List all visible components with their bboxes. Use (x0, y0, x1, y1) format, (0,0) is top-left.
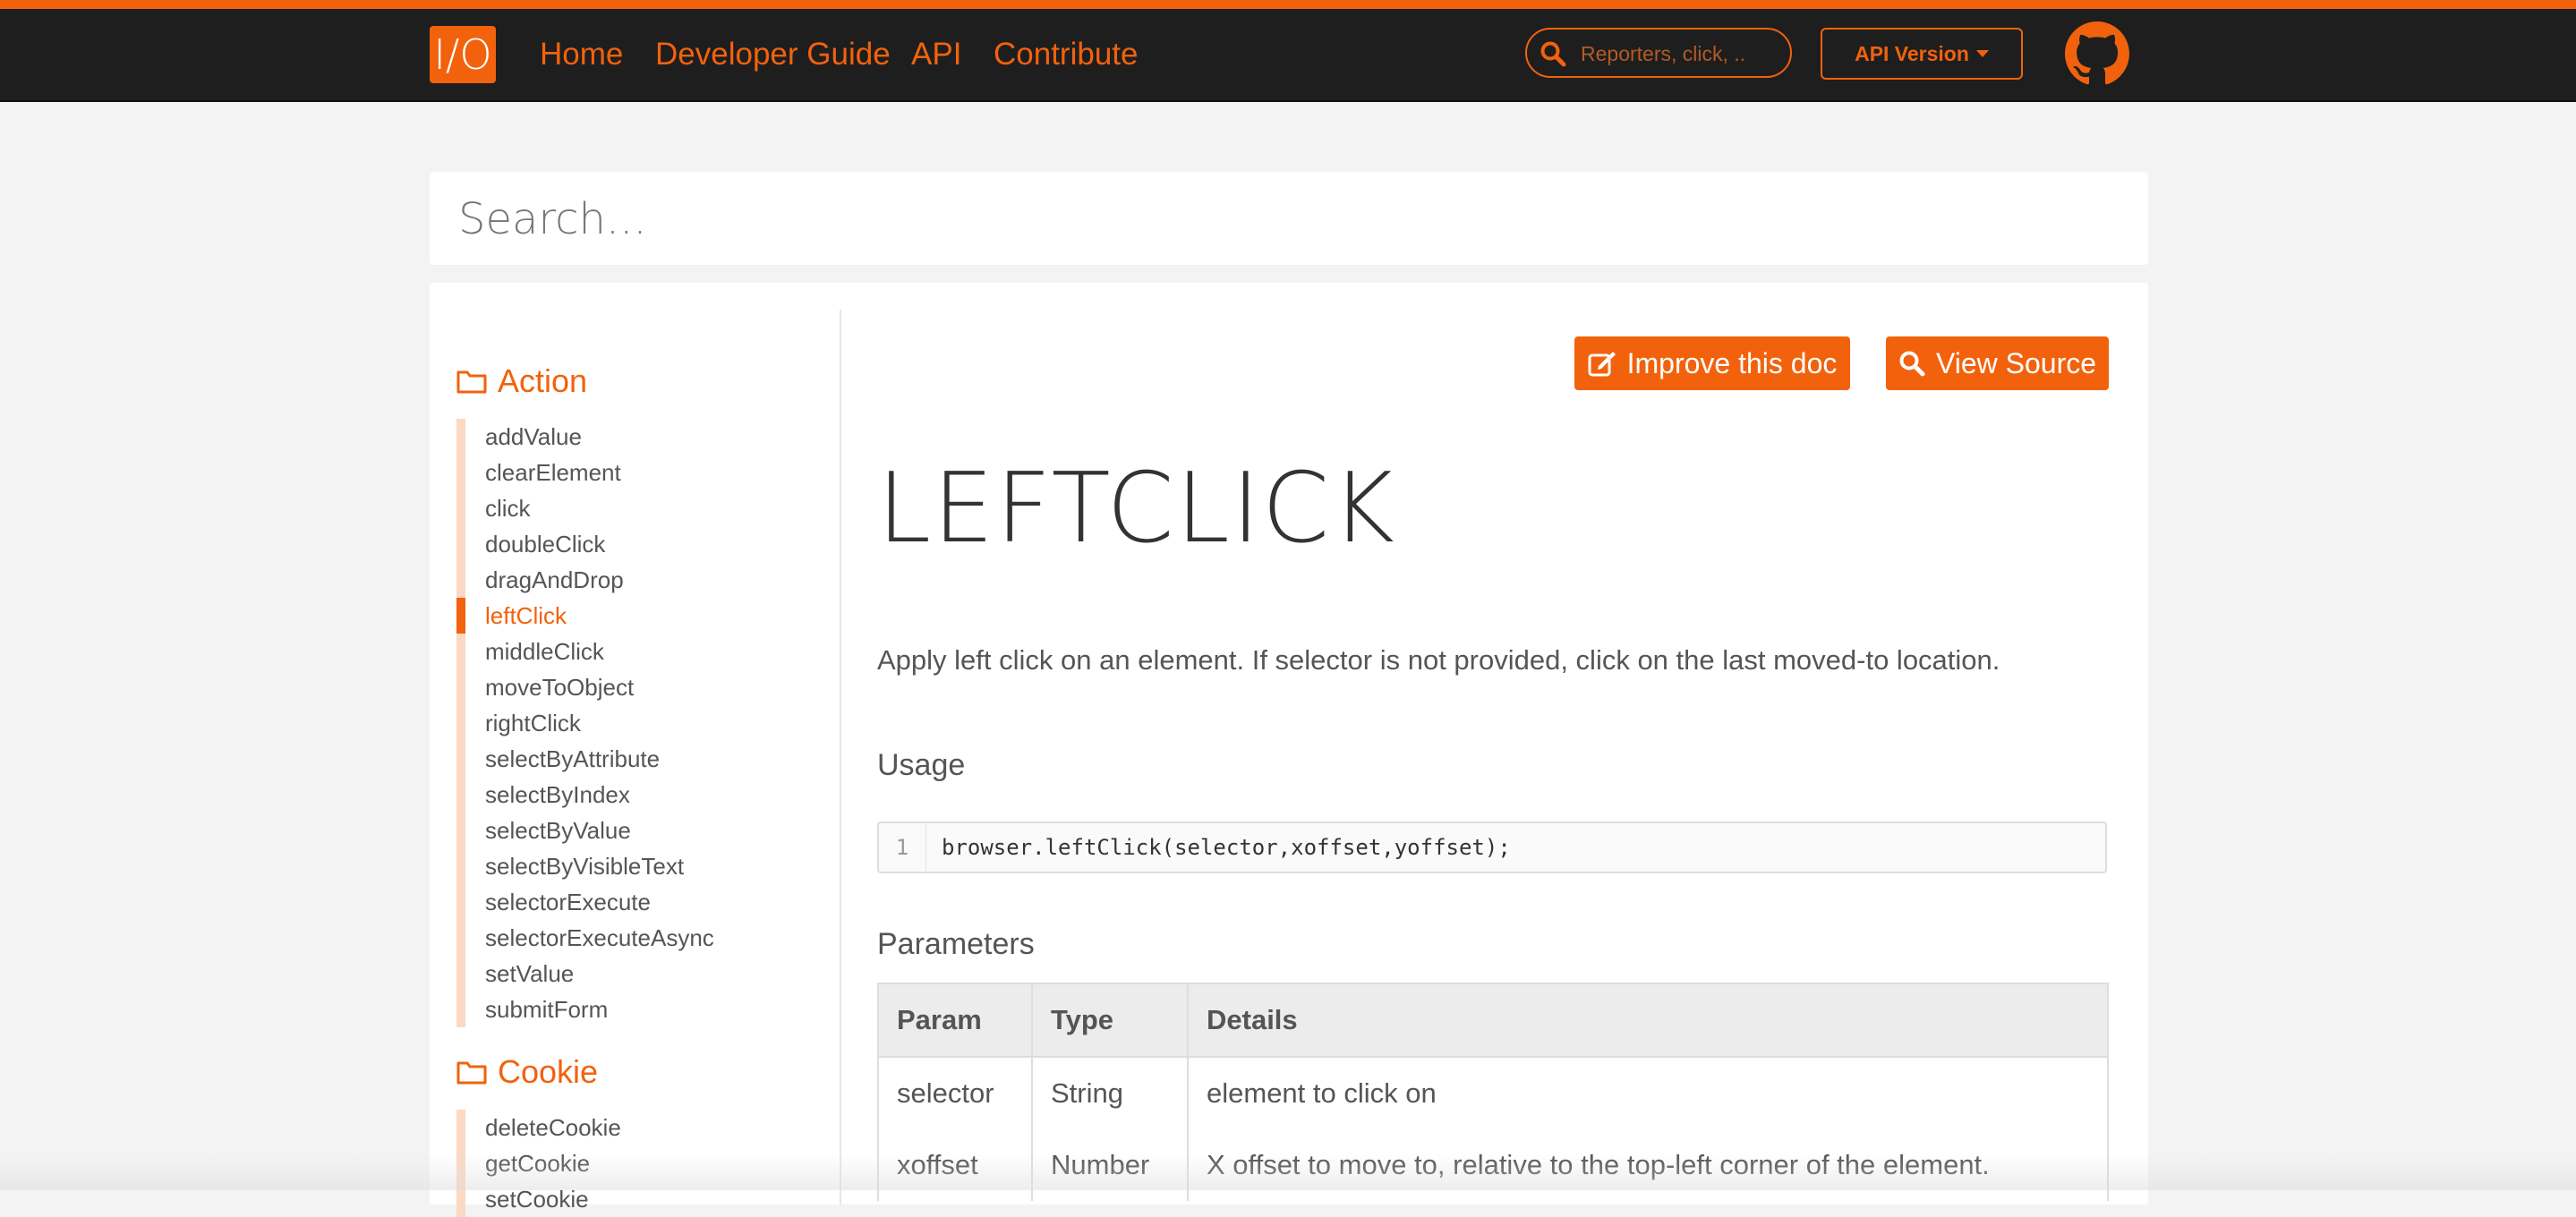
search-icon (1540, 41, 1566, 67)
caret-down-icon (1975, 50, 1989, 57)
api-version-dropdown[interactable]: API Version (1821, 28, 2023, 80)
usage-code-block: 1 browser.leftClick(selector,xoffset,yof… (877, 821, 2107, 873)
view-source-label: View Source (1935, 346, 2097, 379)
sidebar-item-getcookie[interactable]: getCookie (465, 1145, 815, 1181)
page-title: LEFTCLICK (877, 453, 1396, 565)
sidebar-item-movetoobject[interactable]: moveToObject (465, 669, 815, 705)
table-cell-details: element to click on (1187, 1057, 2109, 1129)
sidebar-item-deletecookie[interactable]: deleteCookie (465, 1110, 815, 1145)
table-row: selector String element to click on (877, 1057, 2109, 1129)
sidebar-group-list-action: addValue clearElement click doubleClick … (456, 419, 815, 1027)
sidebar-group-title: Action (498, 362, 588, 399)
table-cell-type: String (1031, 1057, 1189, 1129)
folder-icon (456, 370, 487, 394)
sidebar-group-action[interactable]: Action (456, 362, 587, 401)
sidebar-item-setvalue[interactable]: setValue (465, 956, 815, 991)
improve-doc-label: Improve this doc (1626, 346, 1838, 379)
parameters-heading: Parameters (877, 927, 1035, 961)
view-source-button[interactable]: View Source (1886, 336, 2109, 390)
sidebar-item-selectbyattribute[interactable]: selectByAttribute (465, 741, 815, 777)
sidebar-item-click[interactable]: click (465, 490, 815, 526)
sidebar-item-selectorexecute[interactable]: selectorExecute (465, 884, 815, 920)
doc-search-input[interactable] (456, 191, 2116, 247)
table-header-type: Type (1031, 983, 1189, 1058)
sidebar-item-selectorexecuteasync[interactable]: selectorExecuteAsync (465, 920, 815, 956)
table-cell-param: xoffset (877, 1129, 1033, 1201)
sidebar-item-draganddrop[interactable]: dragAndDrop (465, 562, 815, 598)
navbar: I/O Home Developer Guide API Contribute … (0, 9, 2576, 102)
table-cell-param: selector (877, 1057, 1033, 1129)
usage-heading: Usage (877, 748, 966, 782)
edit-icon (1588, 352, 1616, 377)
sidebar-group-list-cookie: deleteCookie getCookie setCookie (456, 1110, 815, 1217)
nav-link-api[interactable]: API (911, 34, 961, 75)
nav-search-input[interactable] (1579, 37, 1781, 71)
code-line-number: 1 (879, 823, 926, 872)
nav-link-contribute[interactable]: Contribute (994, 34, 1138, 75)
top-accent-stripe (0, 0, 2576, 9)
sidebar-item-selectbyindex[interactable]: selectByIndex (465, 777, 815, 813)
table-row: xoffset Number X offset to move to, rela… (877, 1129, 2109, 1201)
parameters-table: Param Type Details selector String eleme… (877, 983, 2109, 1201)
table-cell-details: X offset to move to, relative to the top… (1187, 1129, 2109, 1201)
sidebar-item-selectbyvisibletext[interactable]: selectByVisibleText (465, 848, 815, 884)
table-header-details: Details (1187, 983, 2109, 1058)
sidebar-item-leftclick[interactable]: leftClick (456, 598, 815, 634)
improve-doc-button[interactable]: Improve this doc (1574, 336, 1850, 390)
sidebar-item-selectbyvalue[interactable]: selectByValue (465, 813, 815, 848)
github-icon[interactable] (2065, 21, 2129, 86)
doc-description: Apply left click on an element. If selec… (877, 644, 2000, 676)
doc-search-bar (430, 172, 2148, 265)
sidebar-item-clearelement[interactable]: clearElement (465, 455, 815, 490)
sidebar-item-middleclick[interactable]: middleClick (465, 634, 815, 669)
table-cell-type: Number (1031, 1129, 1189, 1201)
sidebar-item-addvalue[interactable]: addValue (465, 419, 815, 455)
nav-link-developer-guide[interactable]: Developer Guide (655, 34, 891, 75)
folder-icon (456, 1061, 487, 1085)
doc-card: Action addValue clearElement click doubl… (430, 283, 2148, 1217)
sidebar-group-cookie[interactable]: Cookie (456, 1052, 598, 1092)
sidebar-item-setcookie[interactable]: setCookie (465, 1181, 815, 1217)
table-header-row: Param Type Details (877, 983, 2109, 1058)
logo[interactable]: I/O (430, 26, 496, 83)
sidebar-item-rightclick[interactable]: rightClick (465, 705, 815, 741)
table-header-param: Param (877, 983, 1033, 1058)
search-icon (1899, 351, 1925, 377)
nav-link-home[interactable]: Home (540, 34, 623, 75)
sidebar-item-submitform[interactable]: submitForm (465, 991, 815, 1027)
sidebar-item-doubleclick[interactable]: doubleClick (465, 526, 815, 562)
nav-search-box[interactable] (1525, 28, 1792, 78)
code-line: browser.leftClick(selector,xoffset,yoffs… (942, 835, 1511, 860)
sidebar-divider (840, 310, 841, 1204)
sidebar-group-title: Cookie (498, 1053, 599, 1090)
api-version-label: API Version (1855, 41, 1969, 65)
